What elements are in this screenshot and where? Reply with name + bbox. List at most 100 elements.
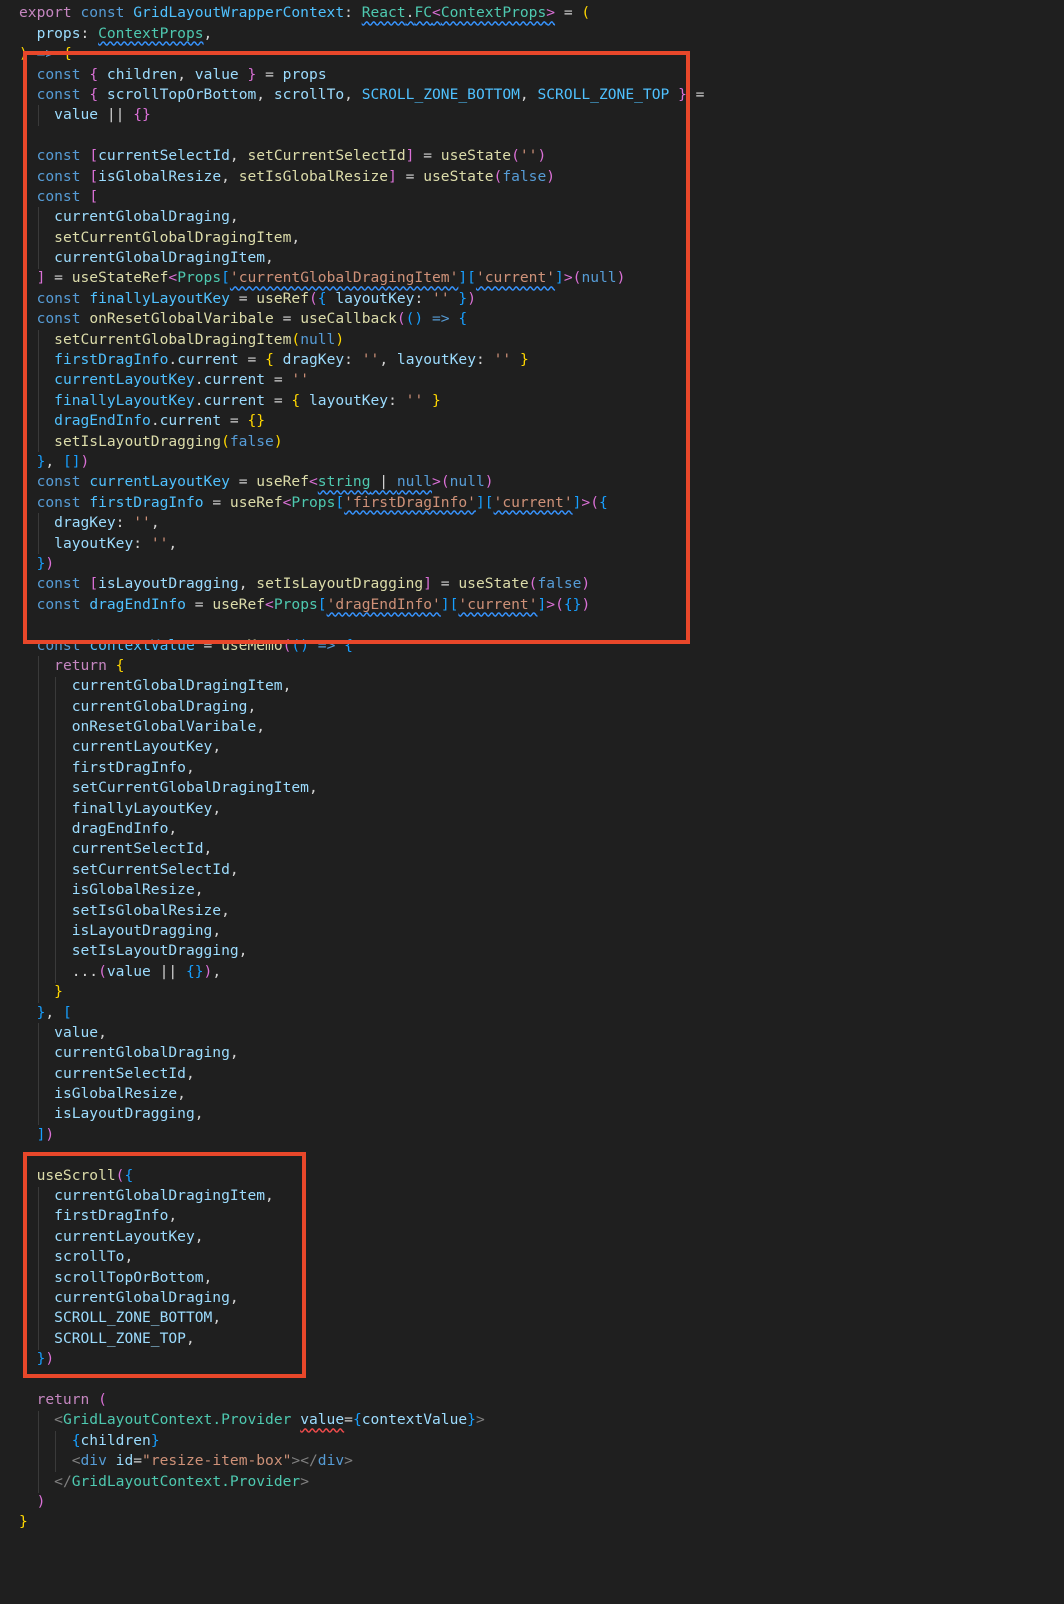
- code-line: currentGlobalDraging,: [0, 1288, 1064, 1308]
- code-line: ) => {: [0, 44, 1064, 64]
- code-token: 'currentGlobalDragingItem': [229, 269, 459, 287]
- code-token: =: [221, 412, 248, 430]
- code-token: ): [335, 330, 345, 348]
- code-token: onResetGlobalVaribale: [89, 310, 274, 328]
- code-token: ,: [45, 1003, 63, 1021]
- code-token: {: [291, 391, 301, 409]
- code-token: useState: [440, 147, 512, 165]
- code-token: '': [150, 534, 169, 552]
- code-token: ,: [282, 677, 292, 695]
- code-line: setCurrentGlobalDragingItem,: [0, 228, 1064, 248]
- code-token: const: [80, 4, 125, 22]
- code-line: props: ContextProps,: [0, 24, 1064, 44]
- code-token: onResetGlobalVaribale: [71, 718, 257, 736]
- code-token: ): [581, 575, 591, 593]
- code-token: GridLayoutWrapperContext: [133, 4, 345, 22]
- code-token: dragKey: [54, 514, 116, 532]
- code-token: ]: [440, 595, 450, 613]
- code-token: scrollTo: [54, 1248, 125, 1266]
- code-token: ,: [194, 881, 204, 899]
- code-token: const: [36, 289, 81, 307]
- code-token: {: [71, 1431, 81, 1449]
- code-token: =: [432, 575, 459, 593]
- code-token: dragEndInfo: [71, 820, 169, 838]
- code-token: [: [317, 595, 327, 613]
- code-token: 'dragEndInfo': [326, 595, 441, 613]
- code-line: setCurrentGlobalDragingItem,: [0, 778, 1064, 798]
- code-token: :: [80, 24, 99, 42]
- code-token: setCurrentSelectId: [247, 147, 406, 165]
- code-line: }): [0, 1349, 1064, 1369]
- code-token: scrollTopOrBottom: [106, 85, 257, 103]
- code-token: }: [150, 1431, 160, 1449]
- code-token: ,: [238, 575, 257, 593]
- code-token: {: [115, 656, 125, 674]
- code-token: const: [36, 493, 81, 511]
- code-token: firstDragInfo: [89, 493, 204, 511]
- code-token: ,: [185, 758, 195, 776]
- code-line: useScroll({: [0, 1166, 1064, 1186]
- code-token: [: [89, 147, 99, 165]
- code-editor[interactable]: } export const GridLayoutWrapperContext: …: [0, 0, 1064, 1533]
- code-token: ,: [177, 1085, 186, 1103]
- code-token: currentLayoutKey: [71, 738, 213, 756]
- code-line: const currentLayoutKey = useRef<string |…: [0, 472, 1064, 492]
- code-token: {}: [133, 106, 151, 124]
- code-line: isLayoutDragging,: [0, 921, 1064, 941]
- code-token: ,: [229, 147, 248, 165]
- code-token: scrollTo: [273, 85, 345, 103]
- code-line: </GridLayoutContext.Provider>: [0, 1472, 1064, 1492]
- code-token: ,: [212, 921, 222, 939]
- code-token: (: [98, 1390, 107, 1408]
- code-token: '': [291, 371, 309, 389]
- code-line: const finallyLayoutKey = useRef({ layout…: [0, 289, 1064, 309]
- code-token: ,: [98, 1023, 107, 1041]
- code-token: currentSelectId: [54, 1064, 186, 1082]
- code-line: value,: [0, 1023, 1064, 1043]
- code-line: finallyLayoutKey,: [0, 799, 1064, 819]
- code-token: currentGlobalDragingItem: [54, 249, 266, 267]
- code-token: const: [36, 167, 81, 185]
- code-token: firstDragInfo: [71, 758, 186, 776]
- code-token: ,: [265, 1187, 274, 1205]
- code-token: ,: [344, 85, 362, 103]
- code-token: =: [555, 4, 582, 22]
- code-line: SCROLL_ZONE_BOTTOM,: [0, 1308, 1064, 1328]
- code-token: SCROLL_ZONE_TOP: [54, 1329, 186, 1347]
- code-token: current: [177, 351, 239, 369]
- code-token: ,: [212, 1309, 222, 1327]
- code-token: 'current': [458, 595, 538, 613]
- code-token: ): [467, 289, 476, 307]
- code-line: isGlobalResize,: [0, 1084, 1064, 1104]
- code-token: :: [414, 289, 433, 307]
- code-line: isGlobalResize,: [0, 880, 1064, 900]
- code-token: (): [405, 310, 424, 328]
- code-token: return: [36, 1390, 90, 1408]
- code-token: |: [370, 473, 397, 491]
- code-line: ] = useStateRef<Props['currentGlobalDrag…: [0, 268, 1064, 288]
- code-token: }: [54, 983, 63, 1001]
- code-token: isGlobalResize: [54, 1085, 178, 1103]
- code-token: FC: [414, 4, 433, 22]
- code-token: {: [265, 351, 274, 369]
- code-line: }, []): [0, 452, 1064, 472]
- code-line: setIsGlobalResize,: [0, 901, 1064, 921]
- code-line: return {: [0, 656, 1064, 676]
